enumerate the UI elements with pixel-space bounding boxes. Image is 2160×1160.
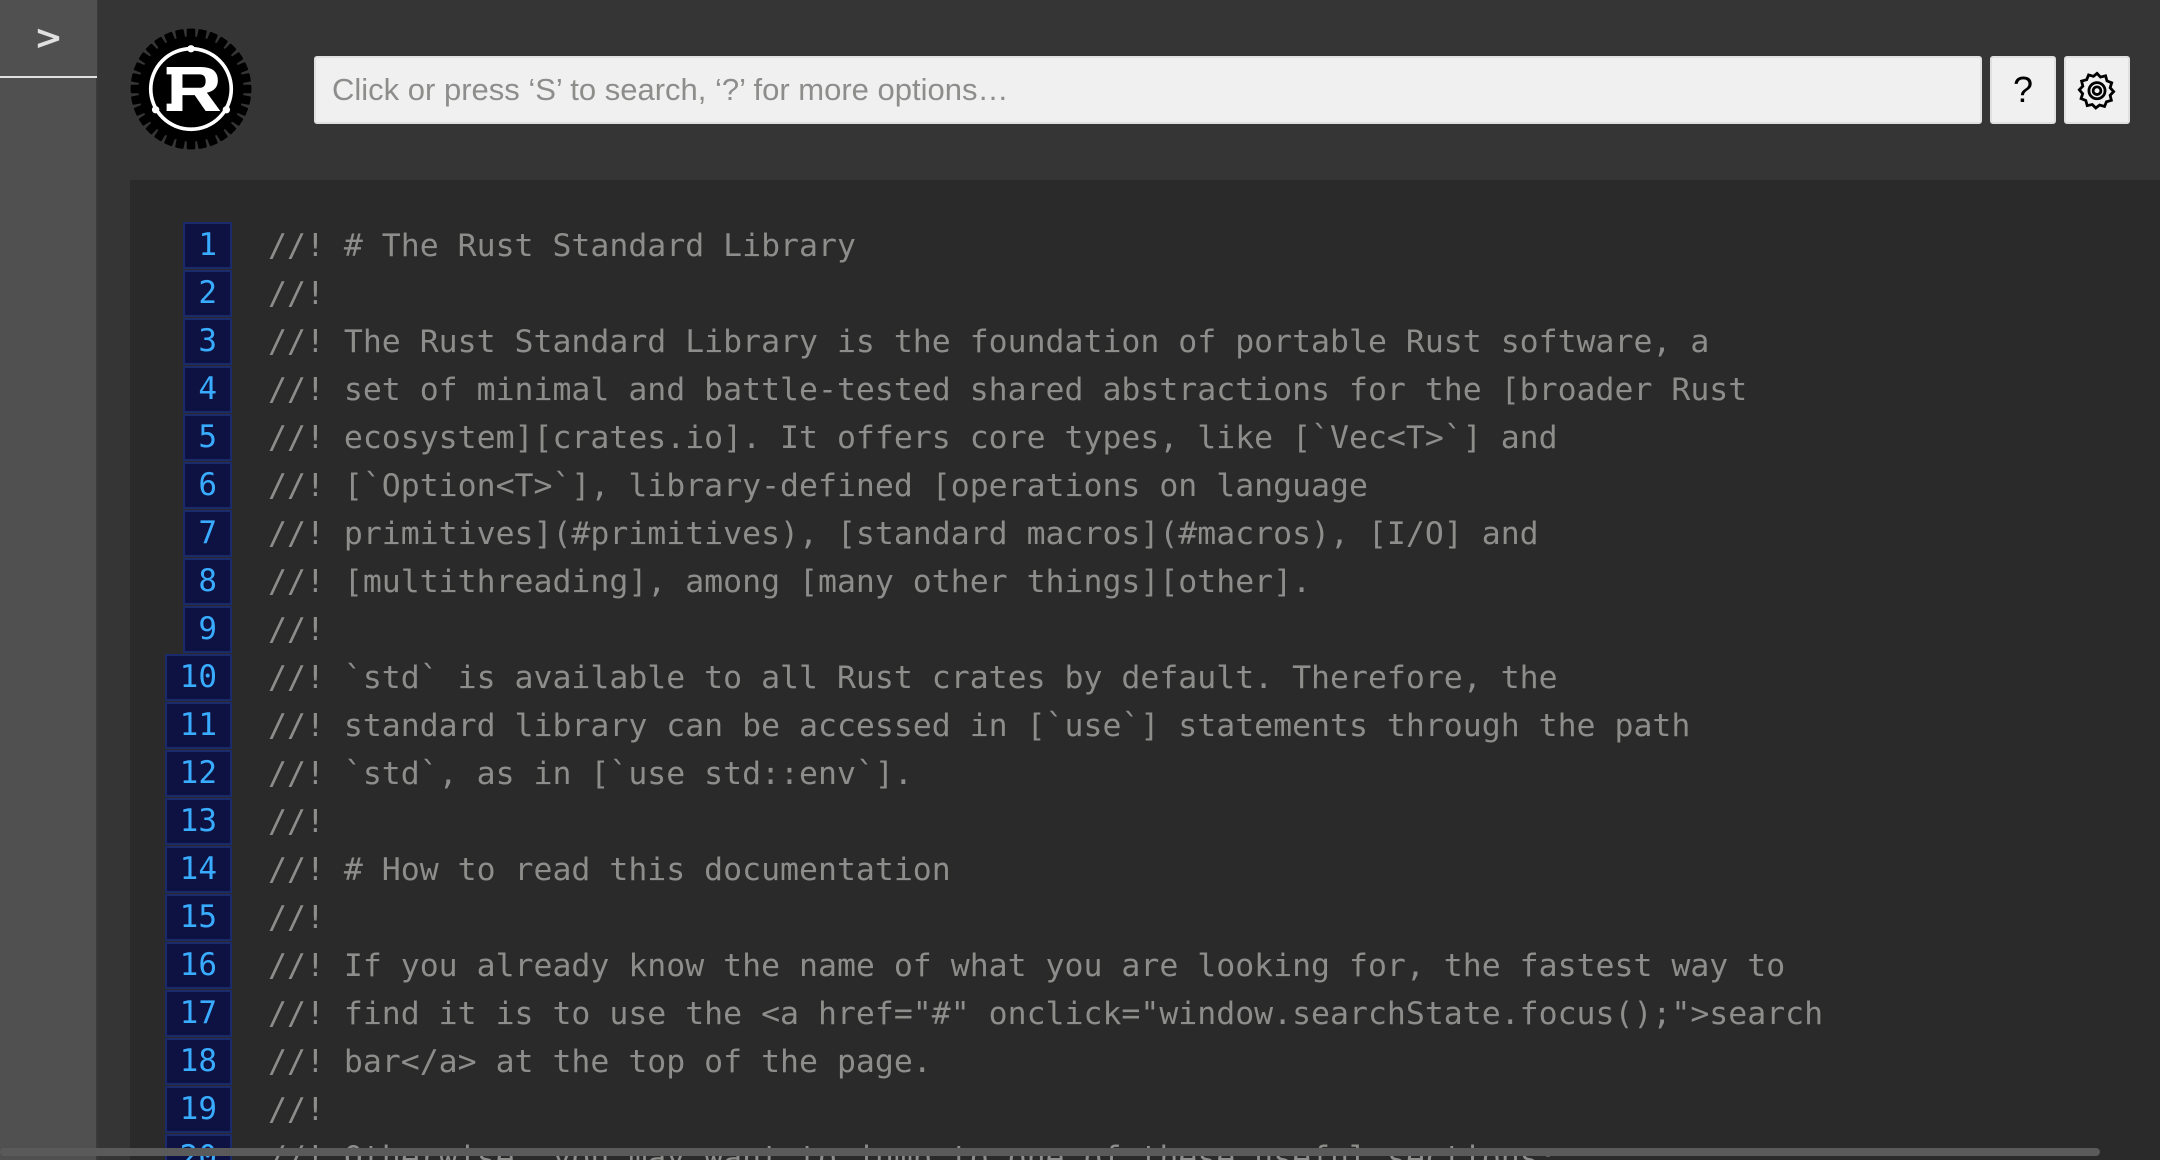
line-number[interactable]: 16 — [130, 942, 233, 990]
line-number[interactable]: 10 — [130, 654, 233, 702]
code-line: //! primitives](#primitives), [standard … — [268, 516, 1539, 552]
line-number[interactable]: 15 — [130, 894, 233, 942]
code-line: //! # The Rust Standard Library — [268, 228, 856, 264]
help-button[interactable]: ? — [1990, 56, 2056, 124]
code-line: //! If you already know the name of what… — [268, 948, 1786, 984]
line-number[interactable]: 8 — [130, 558, 232, 606]
line-number-label[interactable]: 5 — [183, 414, 232, 461]
code-line: //! [multithreading], among [many other … — [268, 564, 1312, 600]
code-line: //! set of minimal and battle-tested sha… — [268, 372, 1748, 408]
code-line: //! The Rust Standard Library is the fou… — [268, 324, 1710, 360]
line-numbers: 1234567891011121314151617181920 — [130, 222, 233, 1160]
line-number-label[interactable]: 9 — [183, 606, 232, 653]
line-number-label[interactable]: 7 — [183, 510, 232, 557]
line-number[interactable]: 17 — [130, 990, 233, 1038]
line-number-label[interactable]: 4 — [183, 366, 232, 413]
code-line: //! — [268, 1092, 325, 1128]
line-number-label[interactable]: 2 — [183, 270, 232, 317]
code-line: //! standard library can be accessed in … — [268, 708, 1691, 744]
line-number-label[interactable]: 10 — [164, 654, 233, 701]
line-number[interactable]: 6 — [130, 462, 232, 510]
line-number-label[interactable]: 11 — [164, 702, 233, 749]
line-number[interactable]: 4 — [130, 366, 232, 414]
code-line: //! `std` is available to all Rust crate… — [268, 660, 1558, 696]
line-number-label[interactable]: 15 — [164, 894, 233, 941]
line-number-label[interactable]: 6 — [183, 462, 232, 509]
code-line: //! Otherwise, you may want to jump to o… — [268, 1134, 2148, 1160]
line-number[interactable]: 5 — [130, 414, 232, 462]
line-number[interactable]: 3 — [130, 318, 232, 366]
line-number[interactable]: 14 — [130, 846, 233, 894]
line-number-label[interactable]: 8 — [183, 558, 232, 605]
code-line: //! — [268, 804, 325, 840]
horizontal-scrollbar[interactable] — [0, 1148, 2100, 1156]
code-line: //! — [268, 276, 325, 312]
settings-button[interactable] — [2064, 56, 2130, 124]
line-number-label[interactable]: 3 — [183, 318, 232, 365]
line-number[interactable]: 13 — [130, 798, 233, 846]
line-number[interactable]: 19 — [130, 1086, 233, 1134]
source-code-panel: 1234567891011121314151617181920 //! # Th… — [130, 180, 2160, 1160]
line-number[interactable]: 11 — [130, 702, 233, 750]
line-number[interactable]: 7 — [130, 510, 232, 558]
line-number[interactable]: 9 — [130, 606, 232, 654]
gear-icon — [2077, 71, 2116, 110]
line-number-label[interactable]: 13 — [164, 798, 233, 845]
line-number[interactable]: 2 — [130, 270, 232, 318]
code-line: //! ecosystem][crates.io]. It offers cor… — [268, 420, 1558, 456]
line-number-label[interactable]: 14 — [164, 846, 233, 893]
search-input[interactable] — [314, 56, 1982, 124]
line-number-label[interactable]: 18 — [164, 1038, 233, 1085]
line-number[interactable]: 18 — [130, 1038, 233, 1086]
rust-logo-icon[interactable] — [130, 28, 252, 150]
code-line: //! [`Option<T>`], library-defined [oper… — [268, 468, 1368, 504]
code-line: //! — [268, 900, 325, 936]
code-line: //! bar</a> at the top of the page. — [268, 1044, 932, 1080]
line-number[interactable]: 20 — [130, 1134, 233, 1160]
line-number[interactable]: 1 — [130, 222, 232, 270]
code-line: //! find it is to use the <a href="#" on… — [268, 996, 1824, 1032]
line-number-label[interactable]: 19 — [164, 1086, 233, 1133]
sidebar-toggle-button[interactable]: > — [0, 0, 97, 78]
code-line: //! # How to read this documentation — [268, 852, 951, 888]
line-number-label[interactable]: 12 — [164, 750, 233, 797]
code-line: //! — [268, 612, 325, 648]
code-line: //! `std`, as in [`use std::env`]. — [268, 756, 913, 792]
sidebar: > — [0, 0, 98, 1160]
line-number[interactable]: 12 — [130, 750, 233, 798]
line-number-label[interactable]: 1 — [183, 222, 232, 269]
code-lines: //! # The Rust Standard Library //! //! Th… — [268, 222, 2148, 1160]
line-number-label[interactable]: 17 — [164, 990, 233, 1037]
line-number-label[interactable]: 16 — [164, 942, 233, 989]
